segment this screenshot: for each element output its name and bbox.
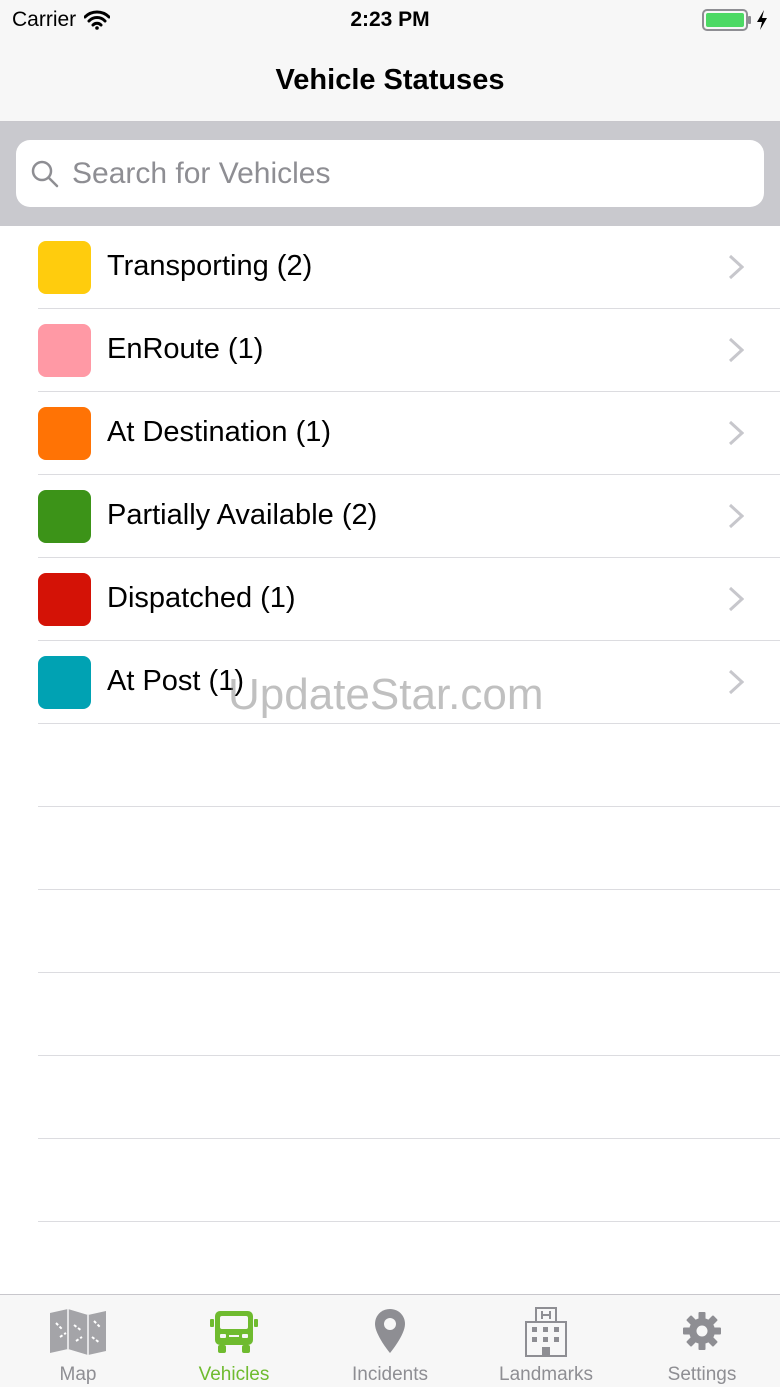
tab-incidents[interactable]: Incidents	[312, 1295, 468, 1387]
search-icon	[31, 160, 59, 187]
tab-label: Map	[59, 1364, 97, 1385]
status-bar: Carrier 2:23 PM	[0, 0, 780, 40]
navigation-bar: Vehicle Statuses	[0, 40, 780, 122]
tab-vehicles[interactable]: Vehicles	[156, 1295, 312, 1387]
battery	[702, 9, 768, 31]
chevron-right-icon	[728, 503, 744, 529]
status-color-swatch	[38, 490, 91, 543]
status-color-swatch	[38, 656, 91, 709]
status-row-transporting[interactable]: Transporting (2)	[0, 226, 780, 309]
tab-label: Vehicles	[198, 1364, 270, 1385]
chevron-right-icon	[728, 586, 744, 612]
search-input[interactable]	[72, 156, 732, 191]
status-color-swatch	[38, 407, 91, 460]
tab-label: Incidents	[351, 1364, 429, 1385]
empty-row	[0, 1056, 780, 1139]
empty-row	[0, 1139, 780, 1222]
status-color-swatch	[38, 573, 91, 626]
chevron-right-icon	[728, 254, 744, 280]
status-label: At Post (1)	[107, 665, 244, 697]
status-color-swatch	[38, 241, 91, 294]
empty-row	[0, 973, 780, 1056]
chevron-right-icon	[728, 337, 744, 363]
page-title: Vehicle Statuses	[275, 64, 505, 96]
watermark: UpdateStar.com	[228, 670, 544, 719]
battery-icon	[702, 9, 751, 31]
status-label: Partially Available (2)	[107, 499, 378, 531]
status-row-dispatched[interactable]: Dispatched (1)	[0, 558, 780, 641]
status-row-partially-available[interactable]: Partially Available (2)	[0, 475, 780, 558]
empty-row	[0, 890, 780, 973]
charging-bolt-icon	[757, 10, 767, 30]
chevron-right-icon	[728, 420, 744, 446]
status-list: Transporting (2) EnRoute (1) At Destinat…	[0, 226, 780, 724]
tab-bar: Map Vehicles Incidents Landmarks Setting…	[0, 1294, 780, 1387]
status-label: At Destination (1)	[107, 416, 332, 448]
gear-icon	[683, 1312, 721, 1350]
status-row-at-destination[interactable]: At Destination (1)	[0, 392, 780, 475]
status-label: Dispatched (1)	[107, 582, 296, 614]
location-pin-icon	[375, 1309, 405, 1353]
status-time: 2:23 PM	[350, 8, 430, 31]
status-row-enroute[interactable]: EnRoute (1)	[0, 309, 780, 392]
search-field[interactable]	[16, 140, 764, 207]
empty-row	[0, 724, 780, 807]
empty-row	[0, 807, 780, 890]
status-label: EnRoute (1)	[107, 333, 264, 365]
tab-map[interactable]: Map	[0, 1295, 156, 1387]
tab-settings[interactable]: Settings	[624, 1295, 780, 1387]
tab-label: Landmarks	[499, 1364, 593, 1385]
map-icon	[50, 1309, 106, 1355]
truck-icon	[210, 1311, 258, 1353]
search-bar	[0, 122, 780, 226]
chevron-right-icon	[728, 669, 744, 695]
hospital-building-icon	[525, 1307, 567, 1357]
status-label: Transporting (2)	[107, 250, 313, 282]
status-color-swatch	[38, 324, 91, 377]
empty-table-area	[0, 724, 780, 1222]
tab-landmarks[interactable]: Landmarks	[468, 1295, 624, 1387]
tab-label: Settings	[667, 1364, 737, 1385]
